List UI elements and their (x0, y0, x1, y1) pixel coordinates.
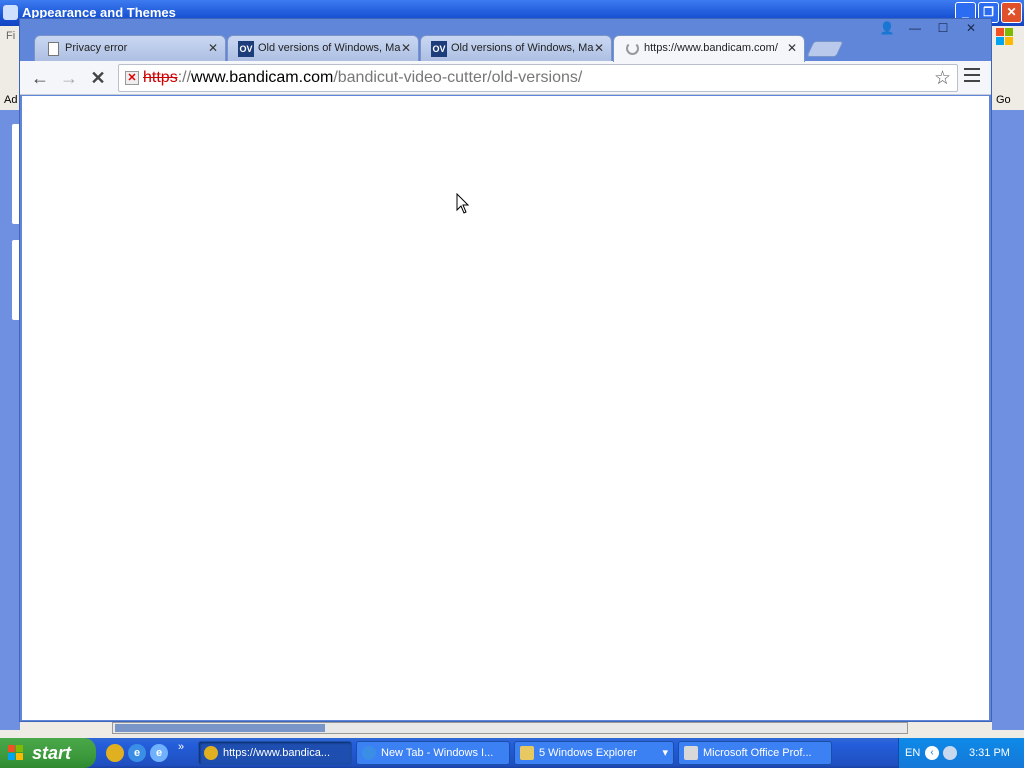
tray-expand-icon[interactable]: ‹ (925, 746, 939, 760)
control-panel-icon (3, 5, 18, 20)
taskbar-item-chrome[interactable]: https://www.bandica... (198, 741, 352, 765)
ie-alt-icon[interactable]: e (150, 744, 168, 762)
background-menu-hint: Fi (6, 30, 16, 42)
clock[interactable]: 3:31 PM (969, 738, 1010, 768)
taskbar-item-office[interactable]: Microsoft Office Prof... (678, 741, 832, 765)
go-button[interactable]: Go (996, 94, 1011, 106)
ov-icon: OV (238, 41, 254, 57)
close-button[interactable]: ✕ (959, 19, 983, 37)
task-label: New Tab - Windows I... (381, 747, 494, 759)
tab-title: https://www.bandicam.com/ (644, 42, 778, 54)
start-label: start (32, 743, 72, 763)
tray-app-icon[interactable] (943, 746, 957, 760)
task-label: https://www.bandica... (223, 747, 330, 759)
tab-strip: 👤 — ☐ ✕ Privacy error ✕ OV Old versions … (20, 19, 991, 62)
back-button[interactable]: ← (28, 66, 52, 90)
scrollbar-thumb[interactable] (115, 724, 325, 732)
office-icon (684, 746, 698, 760)
ov-icon: OV (431, 41, 447, 57)
tab-close-icon[interactable]: ✕ (401, 36, 411, 61)
tab-bandicam[interactable]: https://www.bandicam.com/ ✕ (613, 35, 805, 62)
tab-old-versions-2[interactable]: OV Old versions of Windows, Ma ✕ (420, 35, 612, 61)
chrome-icon (204, 746, 218, 760)
mouse-pointer-icon (456, 193, 470, 214)
taskbar-item-explorer-group[interactable]: 5 Windows Explorer ▾ (514, 741, 674, 765)
minimize-button[interactable]: — (903, 19, 927, 37)
url-separator: :// (177, 69, 192, 86)
tab-title: Privacy error (65, 42, 128, 54)
taskbar: start e e » https://www.bandica... New T… (0, 738, 1024, 768)
address-bar[interactable]: ✕ https://www.bandicam.com/bandicut-vide… (118, 64, 958, 92)
ie-icon (362, 746, 376, 760)
close-button[interactable]: ✕ (1001, 2, 1022, 23)
browser-toolbar: ← → ✕ ✕ https://www.bandicam.com/bandicu… (20, 61, 991, 95)
tab-close-icon[interactable]: ✕ (208, 36, 218, 61)
loading-spinner-icon (626, 42, 639, 55)
chrome-menu-icon[interactable] (964, 68, 980, 82)
background-left-pane (0, 110, 20, 730)
task-label: 5 Windows Explorer (539, 747, 637, 759)
ie-icon[interactable]: e (128, 744, 146, 762)
windows-logo-icon (996, 28, 1014, 46)
stop-button[interactable]: ✕ (86, 66, 110, 90)
system-tray: EN ‹ 3:31 PM (898, 738, 1024, 768)
tab-close-icon[interactable]: ✕ (787, 36, 797, 61)
background-address-label: Ad (4, 94, 18, 106)
tab-privacy-error[interactable]: Privacy error ✕ (34, 35, 226, 61)
taskbar-item-ie[interactable]: New Tab - Windows I... (356, 741, 510, 765)
url-scheme: https (143, 69, 178, 86)
tab-old-versions-1[interactable]: OV Old versions of Windows, Ma ✕ (227, 35, 419, 61)
document-icon (48, 42, 59, 56)
maximize-button[interactable]: ☐ (931, 19, 955, 37)
tab-close-icon[interactable]: ✕ (594, 36, 604, 61)
chrome-icon[interactable] (106, 744, 124, 762)
language-indicator[interactable]: EN (905, 738, 920, 768)
windows-flag-icon (8, 745, 25, 761)
chrome-window: 👤 — ☐ ✕ Privacy error ✕ OV Old versions … (19, 18, 992, 722)
tab-title: Old versions of Windows, Ma (451, 42, 594, 54)
tab-title: Old versions of Windows, Ma (258, 42, 401, 54)
new-tab-button[interactable] (806, 41, 844, 57)
url-host: www.bandicam.com (191, 69, 334, 86)
chevron-down-icon: ▾ (662, 747, 668, 759)
page-content (22, 96, 989, 720)
task-label: Microsoft Office Prof... (703, 747, 812, 759)
user-icon[interactable]: 👤 (875, 19, 899, 37)
start-button[interactable]: start (0, 738, 96, 768)
forward-button[interactable]: → (57, 66, 81, 90)
broken-lock-icon[interactable]: ✕ (125, 71, 139, 85)
horizontal-scrollbar[interactable] (112, 722, 908, 734)
bookmark-star-icon[interactable]: ☆ (934, 67, 951, 90)
url-text: https://www.bandicam.com/bandicut-video-… (143, 65, 582, 91)
url-path: /bandicut-video-cutter/old-versions/ (333, 69, 583, 86)
quick-launch-more-icon[interactable]: » (178, 741, 184, 753)
background-right-pane (992, 110, 1024, 730)
folder-icon (520, 746, 534, 760)
